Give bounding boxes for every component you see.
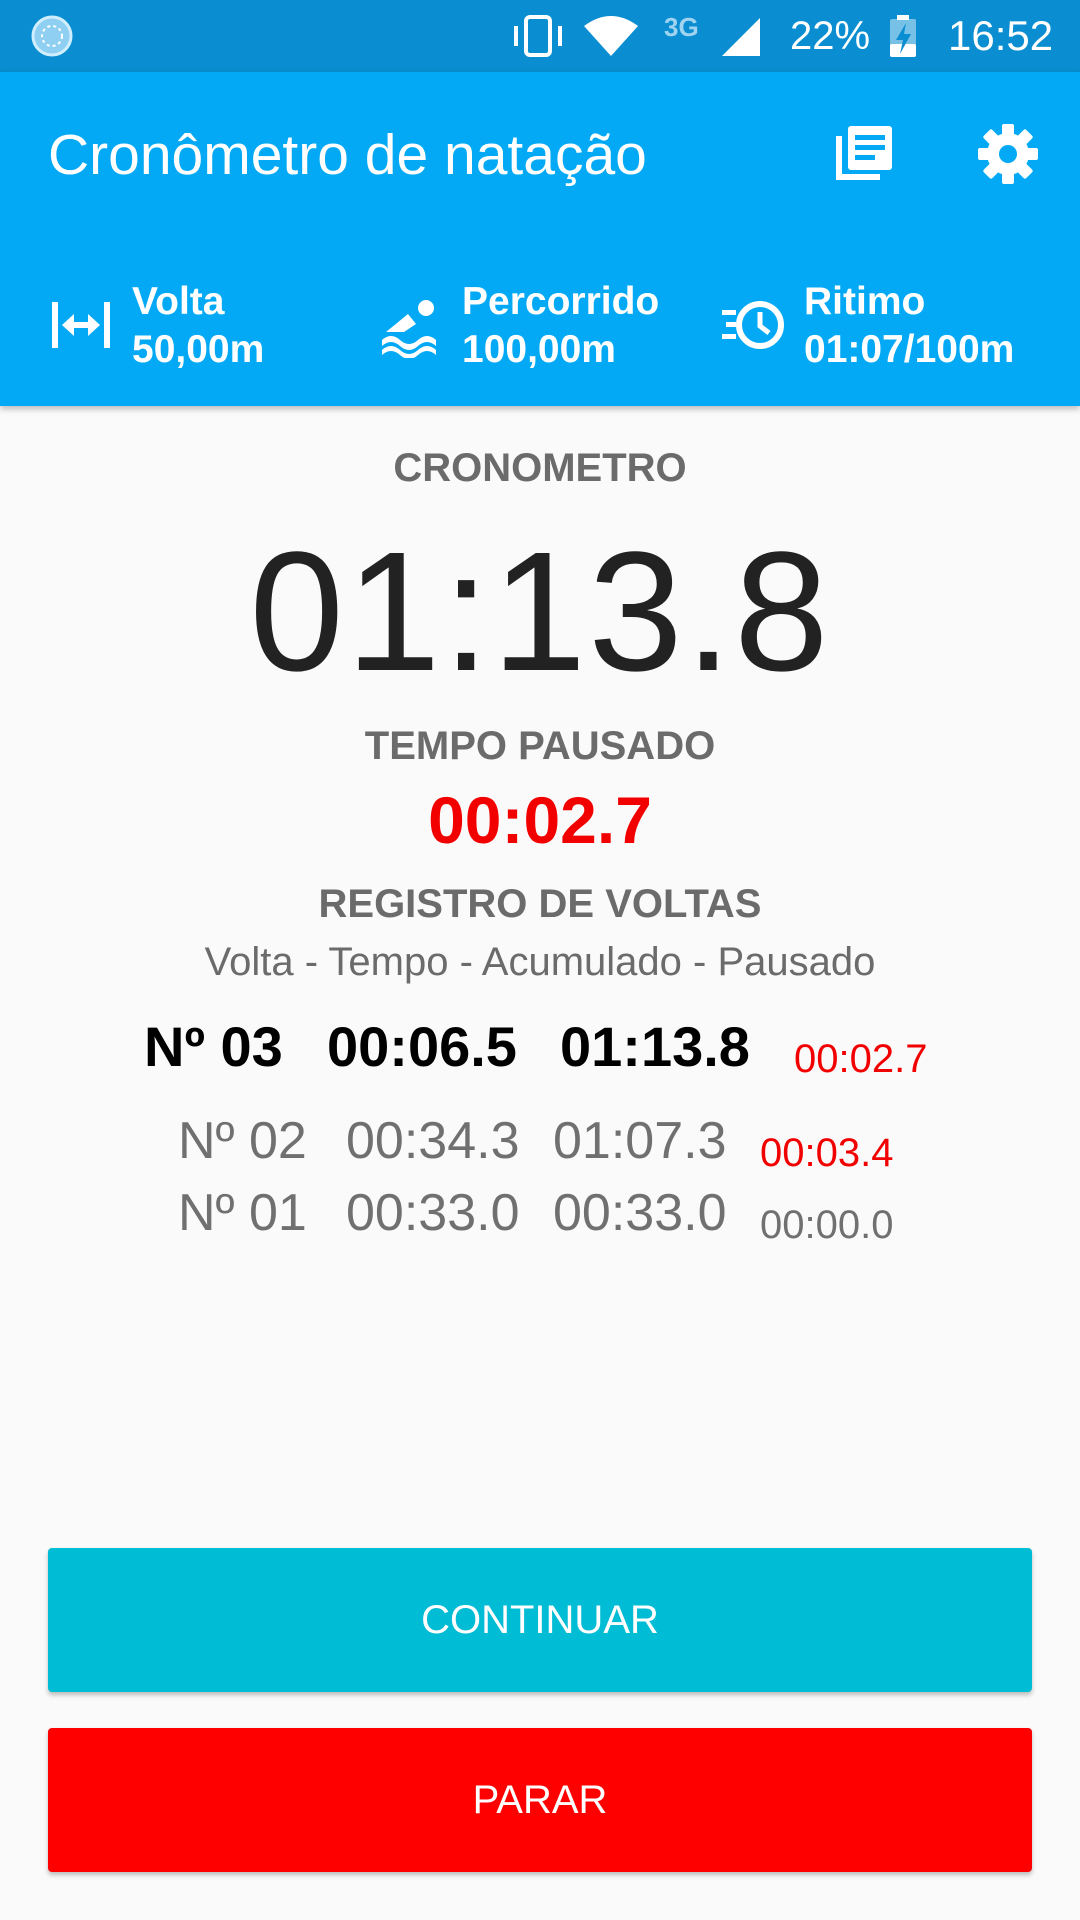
vibrate-icon	[514, 15, 562, 57]
lap-row-current: Nº 03 00:06.5 01:13.8 00:02.7	[0, 1012, 1080, 1082]
lap-number: Nº 03	[144, 1015, 283, 1078]
lap-accumulated: 01:07.3	[553, 1112, 727, 1170]
main-timer: 01:13.8	[249, 517, 831, 707]
paused-time-label: TEMPO PAUSADO	[364, 724, 716, 768]
settings-icon	[978, 124, 1038, 184]
signal-icon	[722, 18, 760, 56]
distance-value: 100,00m	[462, 328, 616, 371]
distance-stat: Percorrido 100,00m	[378, 278, 678, 378]
lap-length-icon	[52, 302, 110, 348]
paused-time-value: 00:02.7	[428, 783, 652, 857]
notification-circle-icon	[31, 15, 73, 57]
lap-paused: 00:00.0	[760, 1203, 894, 1247]
laps-title: REGISTRO DE VOLTAS	[318, 882, 762, 926]
lap-accumulated: 00:33.0	[553, 1184, 727, 1242]
lap-row: Nº 02 00:34.3 01:07.3 00:03.4	[0, 1106, 1080, 1176]
lap-length-label: Volta	[132, 280, 225, 323]
lap-time: 00:06.5	[327, 1015, 517, 1078]
stop-button[interactable]: PARAR	[48, 1728, 1032, 1872]
battery-charging-icon	[890, 15, 916, 57]
settings-button[interactable]	[972, 118, 1044, 190]
lap-number: Nº 02	[178, 1112, 307, 1170]
history-button[interactable]	[828, 118, 900, 190]
laps-columns-header: Volta - Tempo - Acumulado - Pausado	[204, 940, 876, 984]
lap-number: Nº 01	[178, 1184, 307, 1242]
swimmer-icon	[382, 300, 436, 358]
lap-paused: 00:02.7	[794, 1037, 928, 1081]
continue-button[interactable]: CONTINUAR	[48, 1548, 1032, 1692]
pace-label: Ritimo	[804, 280, 926, 323]
battery-percent: 22%	[790, 14, 871, 58]
pace-stat: Ritimo 01:07/100m	[720, 278, 1060, 378]
lap-accumulated: 01:13.8	[560, 1015, 750, 1078]
status-bar: 3G 22% 16:52	[0, 0, 1080, 72]
pace-clock-icon	[722, 301, 784, 349]
network-type-label: 3G	[664, 12, 699, 42]
clock: 16:52	[948, 12, 1054, 59]
history-icon	[836, 126, 892, 180]
app-title: Cronômetro de natação	[48, 123, 647, 187]
app-bar: Cronômetro de natação Volta 50,00m Perco…	[0, 72, 1080, 406]
lap-time: 00:33.0	[346, 1184, 520, 1242]
lap-length-stat: Volta 50,00m	[48, 278, 348, 378]
stopwatch-label: CRONOMETRO	[393, 446, 687, 490]
lap-row: Nº 01 00:33.0 00:33.0 00:00.0	[0, 1178, 1080, 1248]
pace-value: 01:07/100m	[804, 328, 1015, 371]
distance-label: Percorrido	[462, 280, 660, 323]
lap-time: 00:34.3	[346, 1112, 520, 1170]
lap-length-value: 50,00m	[132, 328, 265, 371]
wifi-icon	[584, 16, 638, 56]
